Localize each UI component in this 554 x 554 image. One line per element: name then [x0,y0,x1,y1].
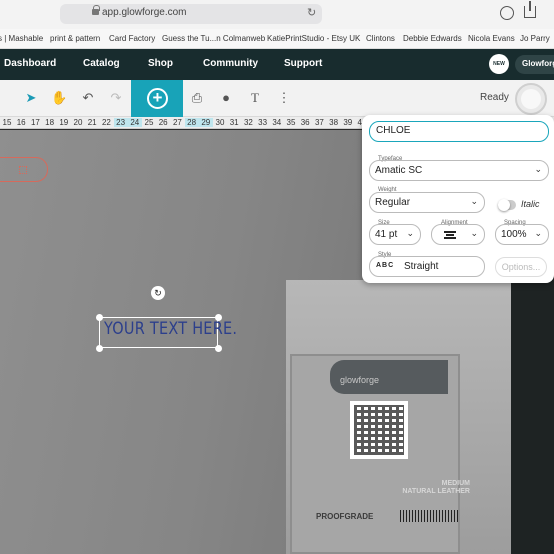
bookmark-item[interactable]: Jo Parry [520,34,550,43]
ruler-tick-label: 22 [101,118,111,127]
lock-icon [92,5,100,15]
ruler-tick-label: 30 [215,118,225,127]
nav-dashboard[interactable]: Dashboard [4,58,56,69]
bookmark-item[interactable]: KatiePrintStudio - Etsy UK [267,34,360,43]
typeface-select[interactable]: Amatic SC ⌄ [369,160,549,181]
account-button[interactable]: Glowforge [515,55,554,74]
italic-label: Italic [521,199,540,209]
browser-url-bar: app.glowforge.com ↻ [0,0,554,29]
nav-community[interactable]: Community [203,58,258,69]
spacing-select[interactable]: 100% ⌄ [495,224,549,245]
undo-icon[interactable]: ↶ [80,90,96,106]
address-field[interactable]: app.glowforge.com ↻ [60,4,322,24]
design-text[interactable]: YOUR TEXT HERE. [104,319,237,339]
bookmark-item[interactable]: Debbie Edwards [403,34,462,43]
pointer-icon[interactable]: ➤ [23,90,39,106]
style-select[interactable]: ABC Straight [369,256,485,277]
bookmark-item[interactable]: s | Mashable [0,34,43,43]
proofgrade-logo: PROOFGRADE [316,512,374,521]
ruler-tick-label: 20 [73,118,83,127]
ruler-tick-label: 32 [243,118,253,127]
ruler-tick-label: 29 [198,118,213,127]
rotate-icon[interactable]: ↻ [151,286,165,300]
style-value: Straight [404,261,439,272]
text-icon[interactable]: T [247,90,263,106]
ruler-tick-label: 27 [172,118,182,127]
chevron-down-icon: ⌄ [534,228,542,238]
print-button[interactable] [515,83,547,115]
resize-handle[interactable] [96,345,103,352]
ruler-tick-label: 21 [87,118,97,127]
leather-shape[interactable] [0,157,48,182]
status-label: Ready [480,92,509,103]
material-line2: NATURAL LEATHER [402,488,470,495]
ruler-tick-label: 24 [127,118,142,127]
shapes-icon[interactable]: ● [218,90,234,106]
bookmarks-bar: s | Mashable print & pattern Card Factor… [0,29,554,49]
chevron-down-icon: ⌄ [534,164,542,174]
more-icon[interactable]: ⋮ [276,90,292,106]
alignment-select[interactable]: ⌄ [431,224,485,245]
ruler-tick-label: 35 [286,118,296,127]
ruler-tick-label: 39 [343,118,353,127]
weight-select[interactable]: Regular ⌄ [369,192,485,213]
add-button[interactable]: + [131,80,183,117]
ruler-tick-label: 37 [314,118,324,127]
ruler-tick-label: 17 [30,118,40,127]
chevron-down-icon: ⌄ [406,228,414,238]
chevron-down-icon: ⌄ [470,196,478,206]
abc-icon: ABC [376,262,395,269]
material-line1: MEDIUM [441,480,470,487]
url-text: app.glowforge.com [102,7,187,18]
ruler-tick-label: 28 [184,118,199,127]
ruler-tick-label: 26 [158,118,168,127]
bookmark-item[interactable]: Clintons [366,34,395,43]
reload-icon[interactable]: ↻ [307,6,316,19]
app-nav: Dashboard Catalog Shop Community Support… [0,49,554,80]
resize-handle[interactable] [96,314,103,321]
ruler-tick-label: 36 [300,118,310,127]
ruler-tick-label: 25 [144,118,154,127]
spacing-value: 100% [501,229,527,240]
ruler-tick-label: 19 [59,118,69,127]
ruler-tick-label: 15 [2,118,12,127]
italic-toggle[interactable] [498,199,516,211]
hand-icon[interactable]: ✋ [51,90,67,106]
qr-code [350,401,408,459]
share-icon[interactable] [524,1,536,18]
bookmark-item[interactable]: print & pattern [50,34,100,43]
options-button[interactable]: Options... [495,257,547,277]
ruler-tick-label: 33 [258,118,268,127]
chevron-down-icon: ⌄ [470,228,478,238]
bookmark-item[interactable]: Guess the Tu...n Colmanweb [162,34,265,43]
new-badge[interactable]: NEW [489,54,509,74]
barcode [400,510,460,522]
ruler-tick-label: 31 [229,118,239,127]
size-select[interactable]: 41 pt ⌄ [369,224,421,245]
design-toolbar: ➤ ✋ ↶ ↷ + ⎙ ● T ⋮ Ready [0,80,554,117]
size-value: 41 pt [375,229,398,240]
weight-value: Regular [375,197,411,208]
ruler-tick-label: 18 [45,118,55,127]
text-settings-panel: CHLOE Typeface Amatic SC ⌄ Weight Regula… [362,115,554,283]
ruler-tick-label: 34 [272,118,282,127]
typeface-value: Amatic SC [375,165,423,176]
ruler-tick-label: 16 [16,118,26,127]
download-icon[interactable] [500,6,514,20]
text-input[interactable]: CHLOE [369,121,549,142]
material-name: MEDIUM NATURAL LEATHER [380,480,470,496]
nav-catalog[interactable]: Catalog [83,58,120,69]
bookmark-item[interactable]: Nicola Evans [468,34,515,43]
add-icon: + [147,88,168,109]
upload-icon[interactable]: ⎙ [189,90,205,106]
ruler-tick-label: 23 [113,118,128,127]
align-left-icon [444,231,456,239]
ruler-tick-label: 38 [329,118,339,127]
glowforge-logo: glowforge [340,375,380,385]
nav-shop[interactable]: Shop [148,58,173,69]
bookmark-item[interactable]: Card Factory [109,34,155,43]
redo-icon[interactable]: ↷ [108,90,124,106]
resize-handle[interactable] [215,345,222,352]
nav-support[interactable]: Support [284,58,322,69]
